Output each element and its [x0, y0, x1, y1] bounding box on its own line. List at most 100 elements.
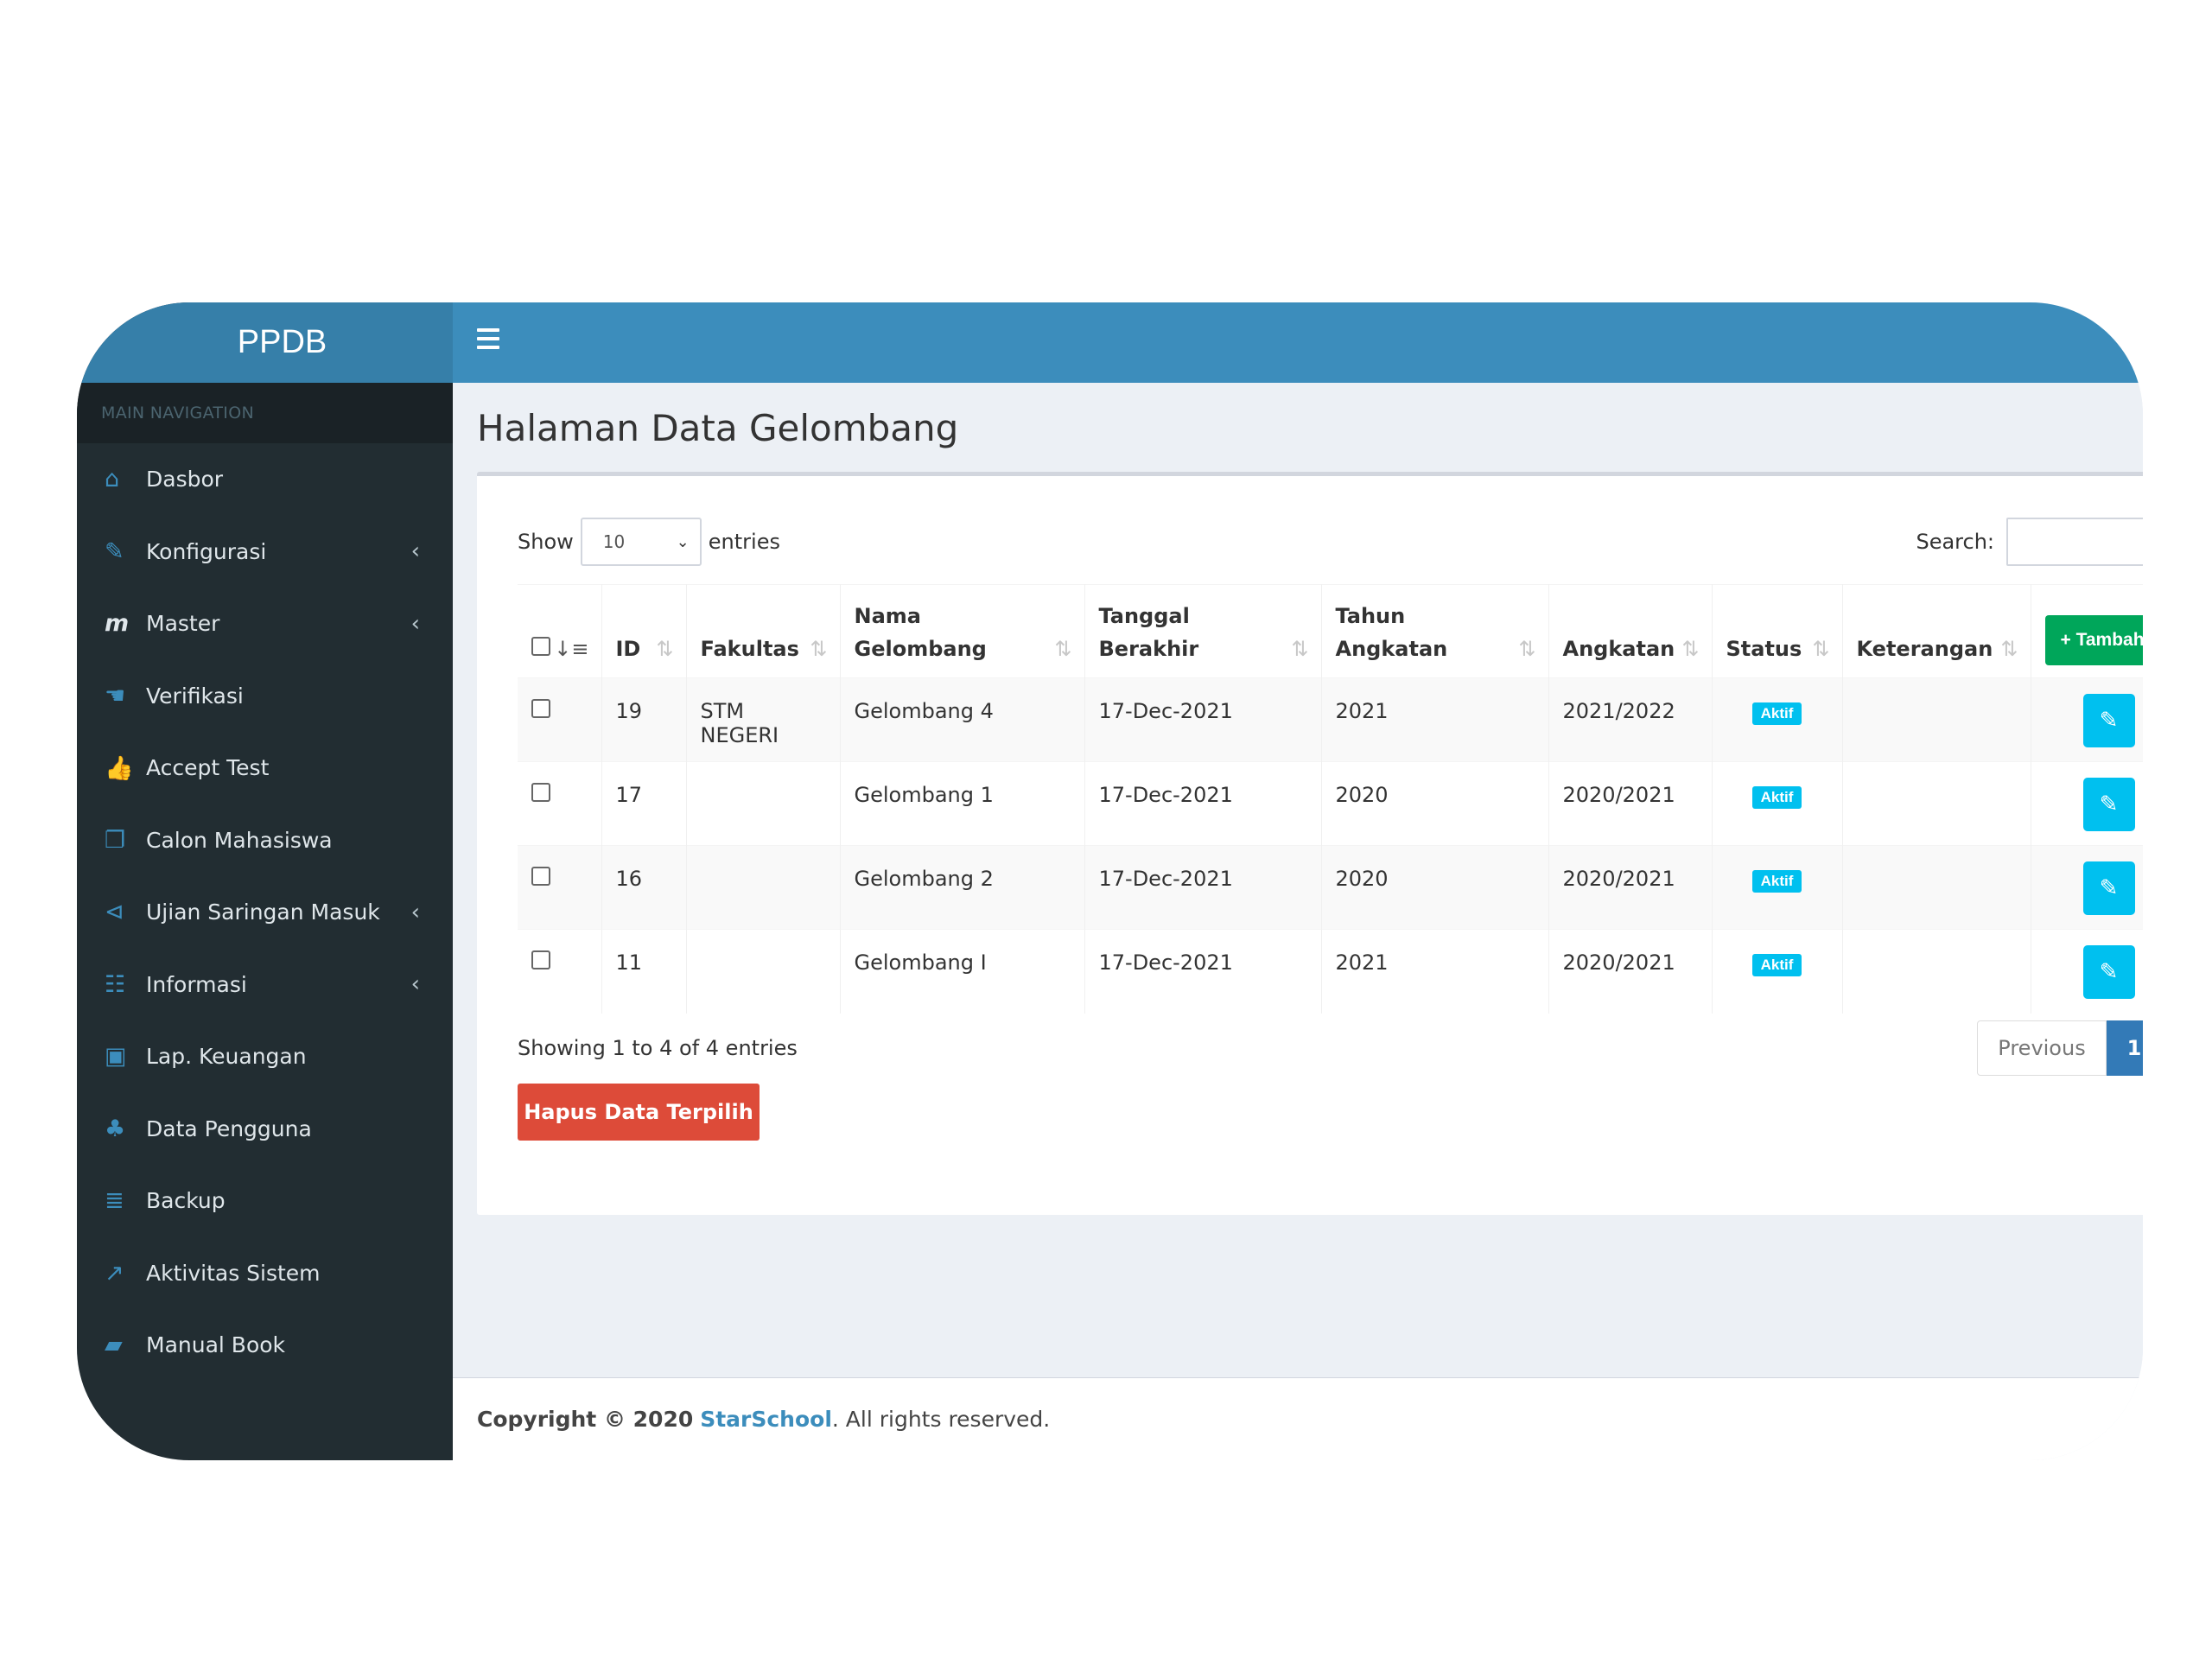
footer: Copyright © 2020 StarSchool. All rights …: [453, 1377, 2143, 1460]
sidebar-item-label: Lap. Keuangan: [146, 1044, 307, 1070]
sitemap-icon: ♣: [105, 1115, 126, 1142]
cell-nama: Gelombang 2: [840, 845, 1085, 930]
cell-id: 19: [601, 677, 687, 762]
app-logo[interactable]: PPDB: [77, 302, 453, 383]
row-checkbox[interactable]: [531, 950, 550, 969]
page-title: Halaman Data Gelombang: [477, 407, 959, 449]
main-content: Halaman Data Gelombang Show 10 ⌄ entries…: [453, 383, 2143, 1460]
row-checkbox[interactable]: [531, 699, 550, 718]
cell-id: 17: [601, 761, 687, 846]
sidebar-item-informasi[interactable]: ☷ Informasi ‹: [77, 949, 453, 1021]
header-tanggal-berakhir[interactable]: Tanggal Berakhir ⇅: [1084, 584, 1322, 678]
cell-actions: ✎: [2031, 845, 2143, 930]
cell-tahun: 2021: [1321, 929, 1549, 1014]
header-status[interactable]: Status ⇅: [1712, 584, 1843, 678]
sidebar-item-ujian-saringan-masuk[interactable]: ⊲ Ujian Saringan Masuk ‹: [77, 876, 453, 949]
sidebar-item-label: Aktivitas Sistem: [146, 1260, 321, 1286]
entries-label: entries: [708, 530, 780, 554]
sort-icon: ⇅: [2000, 637, 2018, 661]
row-select-cell: [518, 677, 602, 762]
row-checkbox[interactable]: [531, 783, 550, 802]
home-icon: ⌂: [105, 466, 120, 493]
cell-status: Aktif: [1712, 677, 1843, 762]
cell-keterangan: [1842, 761, 2031, 846]
show-label: Show: [518, 530, 574, 554]
sidebar-item-manual-book[interactable]: ▰ Manual Book: [77, 1309, 453, 1382]
thumbs-up-icon: 👍: [105, 754, 134, 782]
top-header: [453, 302, 2143, 383]
header-actions: + Tambah: [2031, 584, 2143, 678]
menu-toggle-icon[interactable]: [477, 328, 499, 349]
cell-nama: Gelombang 1: [840, 761, 1085, 846]
cell-fakultas: [686, 929, 841, 1014]
previous-page-button[interactable]: Previous: [1977, 1020, 2107, 1076]
cell-angkatan: 2020/2021: [1548, 761, 1713, 846]
row-select-cell: [518, 761, 602, 846]
cell-actions: ✎: [2031, 761, 2143, 846]
sidebar-item-backup[interactable]: ≣ Backup: [77, 1165, 453, 1237]
table-row: 19 STM NEGERI Gelombang 4 17-Dec-2021 2021 20…: [518, 677, 2143, 762]
chevron-left-icon: ‹: [410, 899, 420, 925]
footer-brand-link[interactable]: StarSchool: [700, 1407, 832, 1432]
header-id[interactable]: ID ⇅: [601, 584, 687, 678]
money-icon: ▣: [105, 1043, 127, 1071]
sidebar-item-aktivitas-sistem[interactable]: ↗ Aktivitas Sistem: [77, 1237, 453, 1310]
sort-icon: ⇅: [1054, 637, 1072, 661]
header-keterangan[interactable]: Keterangan ⇅: [1842, 584, 2031, 678]
edit-button[interactable]: ✎: [2082, 861, 2135, 915]
cell-status: Aktif: [1712, 929, 1843, 1014]
page-1-button[interactable]: 1: [2107, 1020, 2143, 1076]
select-all-checkbox[interactable]: [531, 637, 550, 656]
cell-tanggal: 17-Dec-2021: [1084, 845, 1322, 930]
edit-button[interactable]: ✎: [2082, 694, 2135, 747]
newspaper-icon: ☷: [105, 970, 126, 998]
status-badge: Aktif: [1751, 954, 1802, 976]
cell-tanggal: 17-Dec-2021: [1084, 929, 1322, 1014]
table-row: 16 Gelombang 2 17-Dec-2021 2020 2020/2021 Akt…: [518, 845, 2143, 930]
cell-status: Aktif: [1712, 761, 1843, 846]
copy-icon: ❐: [105, 826, 126, 854]
sidebar-item-label: Calon Mahasiswa: [146, 827, 333, 853]
sort-icon: ⇅: [810, 637, 828, 661]
sidebar-item-label: Dasbor: [146, 467, 224, 493]
cell-fakultas: STM NEGERI: [686, 677, 841, 762]
sidebar-item-label: Ujian Saringan Masuk: [146, 899, 380, 925]
cell-tanggal: 17-Dec-2021: [1084, 761, 1322, 846]
sidebar-item-konfigurasi[interactable]: ✎ Konfigurasi ‹: [77, 516, 453, 588]
sort-asc-icon[interactable]: ↓≡: [554, 632, 588, 665]
share-icon: ⊲: [105, 899, 124, 926]
delete-selected-button[interactable]: Hapus Data Terpilih: [518, 1084, 760, 1141]
sidebar-item-lap-keuangan[interactable]: ▣ Lap. Keuangan: [77, 1020, 453, 1093]
add-button[interactable]: + Tambah: [2044, 615, 2143, 665]
search-input[interactable]: [2006, 518, 2143, 566]
search-label: Search:: [1916, 530, 1994, 554]
nav-header: MAIN NAVIGATION: [77, 383, 453, 443]
sidebar-item-master[interactable]: m Master ‹: [77, 588, 453, 660]
sidebar-item-label: Backup: [146, 1188, 226, 1214]
edit-button[interactable]: ✎: [2082, 945, 2135, 999]
sidebar-item-calon-mahasiswa[interactable]: ❐ Calon Mahasiswa: [77, 804, 453, 877]
header-fakultas[interactable]: Fakultas ⇅: [686, 584, 841, 678]
edit-button[interactable]: ✎: [2082, 778, 2135, 831]
header-tahun-angkatan[interactable]: Tahun Angkatan ⇅: [1321, 584, 1549, 678]
data-table: ↓≡ ID ⇅ Fakultas ⇅ Nama Gelombang ⇅ Tanggal B…: [518, 584, 2143, 1014]
header-nama-gelombang[interactable]: Nama Gelombang ⇅: [840, 584, 1085, 678]
cell-keterangan: [1842, 845, 2031, 930]
cell-keterangan: [1842, 677, 2031, 762]
search-control: Search:: [1916, 518, 2143, 566]
sidebar-item-accept-test[interactable]: 👍 Accept Test: [77, 732, 453, 804]
cell-id: 16: [601, 845, 687, 930]
pagination: Previous 1: [1977, 1020, 2143, 1076]
sidebar-item-label: Konfigurasi: [146, 538, 267, 564]
footer-rights: . All rights reserved.: [831, 1407, 1051, 1432]
header-angkatan[interactable]: Angkatan ⇅: [1548, 584, 1713, 678]
sidebar-item-data-pengguna[interactable]: ♣ Data Pengguna: [77, 1093, 453, 1166]
sort-icon: ⇅: [656, 637, 674, 661]
entries-select[interactable]: 10 ⌄: [580, 518, 702, 566]
row-checkbox[interactable]: [531, 867, 550, 886]
sidebar-item-verifikasi[interactable]: ☚ Verifikasi: [77, 660, 453, 733]
sidebar-item-dasbor[interactable]: ⌂ Dasbor: [77, 443, 453, 516]
nav-list: ⌂ Dasbor ✎ Konfigurasi ‹ m Master ‹ ☚ Verifikasi 👍…: [77, 443, 453, 1382]
sort-icon: ⇅: [1291, 637, 1309, 661]
line-chart-icon: ↗: [105, 1259, 124, 1287]
